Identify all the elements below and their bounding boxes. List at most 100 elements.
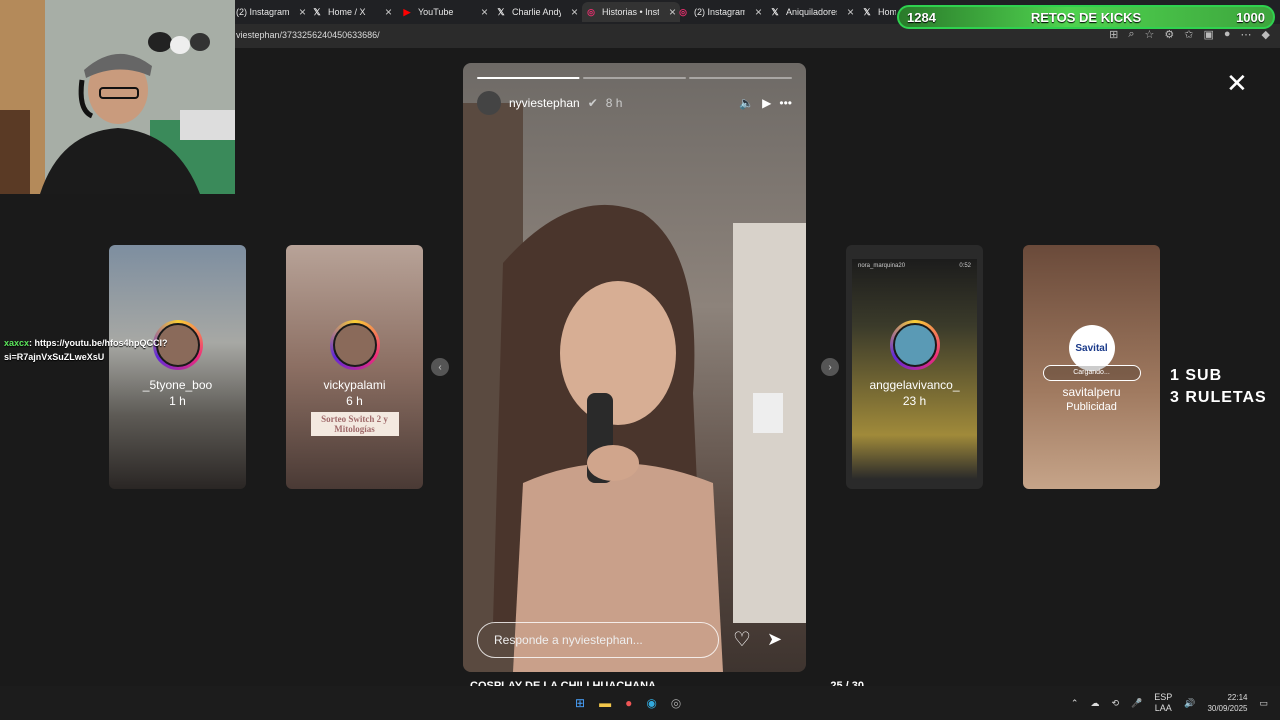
collections-icon[interactable]: ▣ bbox=[1203, 28, 1213, 41]
story-preview-info: vickypalami 6 h Sorteo Switch 2 y Mitolo… bbox=[286, 320, 423, 436]
story-username[interactable]: nyviestephan bbox=[509, 96, 580, 110]
tab-historias-instagram[interactable]: ◎ Historias • Inst × bbox=[582, 2, 680, 22]
play-icon[interactable]: ▶ bbox=[762, 96, 771, 110]
tab-instagram-1[interactable]: (2) Instagram × bbox=[236, 2, 306, 22]
reply-input[interactable]: Responde a nyviestephan... bbox=[477, 622, 719, 658]
favorites-icon[interactable]: ✩ bbox=[1184, 28, 1193, 41]
close-icon[interactable]: × bbox=[385, 5, 392, 19]
chat-text: : https://youtu.be/hfos4hpQCCI?si=R7ajnV… bbox=[4, 338, 168, 362]
story-caption: Sorteo Switch 2 y Mitologías bbox=[310, 412, 399, 436]
next-story-arrow[interactable]: › bbox=[821, 358, 839, 376]
story-avatar bbox=[329, 320, 380, 370]
edge-icon[interactable]: ◉ bbox=[646, 696, 656, 710]
clock[interactable]: 22:14 30/09/2025 bbox=[1207, 692, 1247, 714]
close-icon[interactable]: × bbox=[669, 5, 676, 19]
taskbar-apps: ⊞ ▬ ● ◉ ◎ bbox=[575, 696, 681, 710]
previous-story-arrow[interactable]: ‹ bbox=[431, 358, 449, 376]
language-indicator[interactable]: ESP LAA bbox=[1154, 692, 1172, 714]
x-icon: 𝕏 bbox=[497, 6, 505, 17]
send-icon[interactable]: ➤ bbox=[767, 629, 782, 650]
mic-icon[interactable]: 🎤 bbox=[1131, 698, 1142, 709]
explorer-icon[interactable]: ▬ bbox=[599, 696, 611, 710]
browser-icon[interactable]: ● bbox=[625, 696, 632, 710]
close-icon[interactable]: × bbox=[847, 5, 854, 19]
network-icon[interactable]: ☁ bbox=[1090, 698, 1099, 709]
webcam-overlay bbox=[0, 0, 235, 194]
story-username: _5tyone_boo bbox=[142, 378, 213, 392]
kicks-title: RETOS DE KICKS bbox=[1030, 9, 1142, 25]
avatar[interactable] bbox=[477, 91, 501, 115]
windows-taskbar: ⊞ ▬ ● ◉ ◎ ⌃ ☁ ⟲ 🎤 ESP LAA 🔊 22:14 30/09/… bbox=[0, 686, 1280, 720]
tab-label: Home / X bbox=[328, 7, 366, 17]
youtube-icon: ▶ bbox=[403, 6, 411, 17]
tab-label: (2) Instagram bbox=[694, 7, 745, 17]
tab-charlie-andy[interactable]: 𝕏 Charlie Andy × bbox=[496, 2, 578, 22]
close-stories-button[interactable]: ✕ bbox=[1226, 68, 1248, 99]
story-header: nyviestephan ✔ 8 h 🔈 ▶ ••• bbox=[477, 91, 792, 115]
volume-icon[interactable]: 🔈 bbox=[739, 96, 754, 110]
main-story-viewer[interactable]: nyviestephan ✔ 8 h 🔈 ▶ ••• Responde a ny… bbox=[463, 63, 806, 672]
notification-icon[interactable]: ▭ bbox=[1259, 698, 1268, 709]
x-icon: 𝕏 bbox=[863, 6, 871, 17]
story-image bbox=[463, 103, 806, 672]
more-options-icon[interactable]: ••• bbox=[779, 96, 792, 110]
tab-label: YouTube bbox=[418, 7, 454, 17]
story-preview-vickypalami[interactable]: vickypalami 6 h Sorteo Switch 2 y Mitolo… bbox=[286, 245, 423, 489]
volume-icon[interactable]: 🔊 bbox=[1184, 698, 1195, 709]
tab-youtube[interactable]: ▶ YouTube × bbox=[402, 2, 488, 22]
clock-date: 30/09/2025 bbox=[1207, 704, 1248, 713]
profile-avatar[interactable]: ● bbox=[1224, 28, 1231, 41]
app-icon[interactable]: ◎ bbox=[671, 696, 681, 710]
instagram-icon: ◎ bbox=[679, 6, 687, 17]
copilot-icon[interactable]: ◆ bbox=[1262, 28, 1270, 41]
tab-home[interactable]: 𝕏 Home bbox=[862, 2, 896, 22]
kicks-end-value: 1000 bbox=[1236, 9, 1265, 25]
streamer-webcam-image bbox=[0, 0, 235, 194]
more-icon[interactable]: ⋯ bbox=[1241, 28, 1252, 41]
chat-message: xaxcx: https://youtu.be/hfos4hpQCCI?si=R… bbox=[4, 336, 174, 364]
extension-icon[interactable]: ⚙ bbox=[1164, 28, 1174, 41]
tab-label: (2) Instagram bbox=[236, 7, 289, 17]
promo-line-1: 1 SUB bbox=[1170, 367, 1223, 384]
instagram-icon: ◎ bbox=[587, 6, 595, 17]
app-icon[interactable]: ⊞ bbox=[1109, 28, 1118, 41]
zoom-icon[interactable]: ⌕ bbox=[1128, 28, 1134, 41]
star-icon[interactable]: ☆ bbox=[1145, 28, 1155, 41]
story-preview-anggelavivanco[interactable]: nora_marquina20 0:52 anggelavivanco_ 23 … bbox=[846, 245, 983, 489]
tab-label: Charlie Andy bbox=[512, 7, 561, 17]
tab-label: Home bbox=[878, 7, 896, 17]
sponsored-label: Publicidad bbox=[1066, 401, 1117, 413]
progress-segment bbox=[689, 77, 792, 79]
tab-home-x[interactable]: 𝕏 Home / X × bbox=[312, 2, 392, 22]
close-icon[interactable]: × bbox=[571, 5, 578, 19]
x-icon: 𝕏 bbox=[313, 6, 321, 17]
sync-icon[interactable]: ⟲ bbox=[1111, 698, 1119, 709]
loading-label: Cargando... bbox=[1042, 365, 1141, 381]
story-username: vickypalami bbox=[323, 378, 386, 392]
story-avatar bbox=[889, 320, 940, 370]
lang-primary: ESP bbox=[1154, 692, 1173, 702]
story-preview-savitalperu[interactable]: Savital Cargando... savitalperu Publicid… bbox=[1023, 245, 1160, 489]
tab-instagram-2[interactable]: ◎ (2) Instagram × bbox=[678, 2, 762, 22]
story-time: 23 h bbox=[902, 394, 927, 408]
start-icon[interactable]: ⊞ bbox=[575, 696, 585, 710]
close-icon[interactable]: × bbox=[481, 5, 488, 19]
tab-label: Historias • Inst bbox=[602, 7, 659, 17]
story-preview-info: _5tyone_boo 1 h bbox=[109, 320, 246, 408]
story-preview-5tyone-boo[interactable]: _5tyone_boo 1 h bbox=[109, 245, 246, 489]
inner-duration: 0:52 bbox=[959, 263, 971, 269]
clock-time: 22:14 bbox=[1227, 693, 1248, 702]
kicks-start-value: 1284 bbox=[907, 9, 936, 25]
heart-icon[interactable]: ♡ bbox=[733, 627, 751, 652]
progress-segment bbox=[477, 77, 580, 79]
toolbar-icons: ⊞ ⌕ ☆ ⚙ ✩ ▣ ● ⋯ ◆ bbox=[1109, 28, 1270, 41]
x-icon: 𝕏 bbox=[771, 6, 779, 17]
close-icon[interactable]: × bbox=[299, 5, 306, 19]
chevron-up-icon[interactable]: ⌃ bbox=[1071, 698, 1079, 709]
close-icon[interactable]: × bbox=[755, 5, 762, 19]
story-preview-info: anggelavivanco_ 23 h bbox=[846, 320, 983, 408]
url-text[interactable]: viestephan/3733256240450633686/ bbox=[236, 30, 380, 40]
promo-line-2: 3 RULETAS bbox=[1170, 389, 1267, 406]
tab-aniquiladores[interactable]: 𝕏 Aniquiladores × bbox=[770, 2, 854, 22]
chat-username: xaxcx bbox=[4, 338, 30, 348]
